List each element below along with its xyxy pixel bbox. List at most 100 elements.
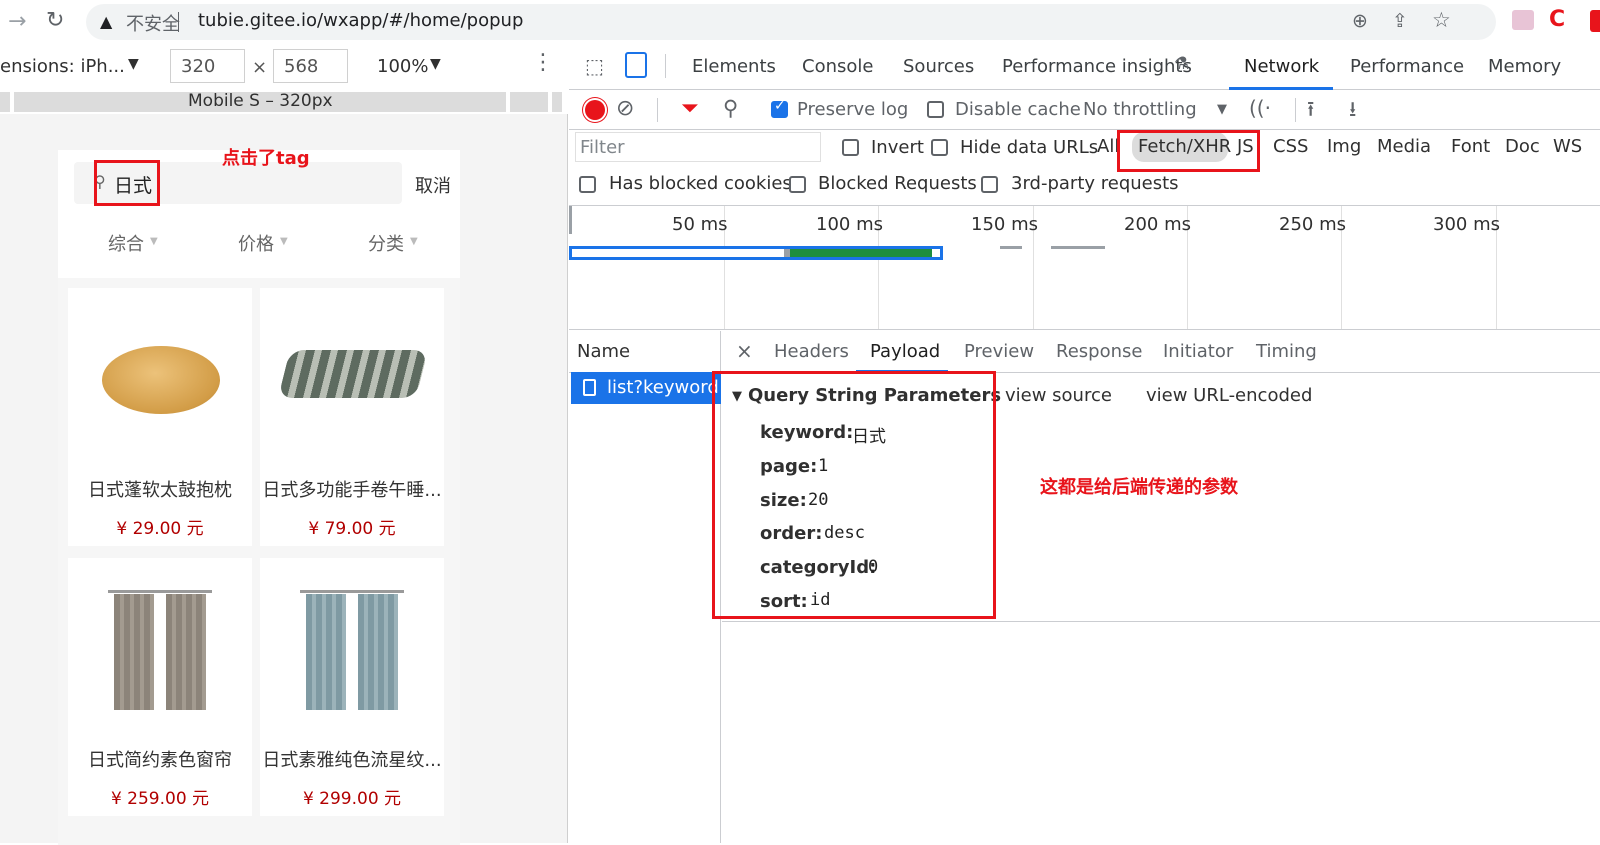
tab-sources[interactable]: Sources <box>903 56 974 77</box>
hide-data-urls-checkbox[interactable] <box>931 139 948 156</box>
product-price: ¥ 259.00 元 <box>110 789 210 809</box>
has-blocked-cookies-checkbox[interactable] <box>579 176 596 193</box>
media-query-side[interactable] <box>0 92 10 112</box>
csdn-extension-icon[interactable]: C <box>1549 7 1565 32</box>
name-header-label: Name <box>577 341 631 362</box>
times-sign: × <box>252 57 268 78</box>
disable-cache-label: Disable cache <box>955 99 1081 120</box>
view-source-link[interactable]: view source <box>1005 385 1112 406</box>
address-bar[interactable]: ▲ 不安全 tubie.gitee.io/wxapp/#/home/popup … <box>86 4 1496 40</box>
type-filter-all[interactable]: All <box>1097 136 1119 157</box>
product-card[interactable]: 日式多功能手卷午睡... ¥ 79.00 元 <box>260 288 444 546</box>
tab-timing[interactable]: Timing <box>1256 341 1317 362</box>
sort-tab-price[interactable]: 价格 <box>238 230 274 256</box>
request-row-selected[interactable]: list?keyword... <box>571 372 721 404</box>
tab-headers[interactable]: Headers <box>774 341 849 362</box>
record-icon[interactable] <box>585 100 605 120</box>
invert-checkbox[interactable] <box>842 139 859 156</box>
device-width-input[interactable]: 320 <box>170 49 245 83</box>
extension-icon[interactable] <box>1512 10 1534 30</box>
view-url-encoded-link[interactable]: view URL-encoded <box>1146 385 1312 406</box>
more-options-icon[interactable]: ⋮ <box>532 50 554 75</box>
preserve-log-label: Preserve log <box>797 99 909 120</box>
sort-tab-overall[interactable]: 综合 <box>108 230 144 256</box>
clear-icon[interactable]: ⊘ <box>616 96 634 121</box>
device-height-input[interactable]: 568 <box>273 49 348 83</box>
product-image-curtain <box>358 594 398 710</box>
devtools-tab-bar: ⬚ Elements Console Sources Performance i… <box>569 44 1600 90</box>
third-party-checkbox[interactable] <box>981 176 998 193</box>
product-image-curtain <box>306 594 346 710</box>
curtain-rod <box>300 590 404 593</box>
product-card[interactable]: 日式素雅纯色流星纹... ¥ 299.00 元 <box>260 558 444 816</box>
media-query-edge[interactable] <box>552 92 562 112</box>
timeline-label: 100 ms <box>816 214 883 235</box>
import-har-icon[interactable]: ⭱ <box>1307 95 1314 130</box>
reload-icon[interactable]: ↻ <box>46 8 64 33</box>
throttling-chevron-icon[interactable]: ▼ <box>1217 102 1227 117</box>
throttling-select[interactable]: No throttling <box>1083 99 1197 120</box>
product-card[interactable]: 日式简约素色窗帘 ¥ 259.00 元 <box>68 558 252 816</box>
type-filter-font[interactable]: Font <box>1451 136 1490 157</box>
url-text[interactable]: tubie.gitee.io/wxapp/#/home/popup <box>198 10 523 31</box>
mobile-viewport: ⚲ 日式 取消 综合 ▼ 价格 ▼ 分类 ▼ 日式蓬软太鼓抱枕 ¥ 29.00 … <box>58 150 460 845</box>
disable-cache-checkbox[interactable] <box>927 101 944 118</box>
tab-payload[interactable]: Payload <box>870 341 940 362</box>
request-name: list?keyword... <box>607 377 719 398</box>
type-filter-ws[interactable]: WS <box>1553 136 1582 157</box>
blocked-requests-checkbox[interactable] <box>789 176 806 193</box>
network-toolbar: ⊘ ⏷ ⚲ ✓ Preserve log Disable cache No th… <box>569 90 1600 130</box>
type-filter-css[interactable]: CSS <box>1273 136 1308 157</box>
filter-input[interactable]: Filter <box>575 132 821 162</box>
network-overview-timeline[interactable]: 50 ms 100 ms 150 ms 200 ms 250 ms 300 ms <box>569 206 1600 330</box>
type-filter-doc[interactable]: Doc <box>1505 136 1540 157</box>
warning-icon: ▲ <box>100 12 113 31</box>
export-har-icon[interactable]: ⭳ <box>1349 95 1356 130</box>
timeline-range-start[interactable] <box>569 206 572 234</box>
tab-performance[interactable]: Performance <box>1350 56 1464 77</box>
request-list: Name list?keyword... <box>569 331 721 843</box>
tab-response[interactable]: Response <box>1056 341 1142 362</box>
media-query-right[interactable] <box>510 92 548 112</box>
tab-divider <box>665 54 666 78</box>
inspect-element-icon[interactable]: ⬚ <box>585 54 604 78</box>
product-card[interactable]: 日式蓬软太鼓抱枕 ¥ 29.00 元 <box>68 288 252 546</box>
tab-initiator[interactable]: Initiator <box>1163 341 1233 362</box>
zoom-icon[interactable]: ⊕ <box>1352 10 1368 32</box>
annotation-box-params <box>712 371 996 619</box>
search-icon[interactable]: ⚲ <box>723 96 738 120</box>
annotation-params-note: 这都是给后端传递的参数 <box>1040 477 1238 498</box>
security-label: 不安全 <box>126 14 180 35</box>
tab-network[interactable]: Network <box>1244 56 1319 77</box>
product-title: 日式素雅纯色流星纹... <box>262 750 442 771</box>
cancel-button[interactable]: 取消 <box>415 172 451 198</box>
timeline-label: 150 ms <box>971 214 1038 235</box>
type-filter-media[interactable]: Media <box>1377 136 1431 157</box>
zoom-select[interactable]: 100% <box>377 56 428 77</box>
type-filter-img[interactable]: Img <box>1327 136 1361 157</box>
timeline-label: 50 ms <box>672 214 728 235</box>
tab-console[interactable]: Console <box>802 56 873 77</box>
name-column-header[interactable]: Name <box>569 331 720 373</box>
device-toggle-icon[interactable] <box>625 52 647 78</box>
detail-tab-bar: × Headers Payload Preview Response Initi… <box>722 331 1600 373</box>
tab-preview[interactable]: Preview <box>964 341 1034 362</box>
forward-icon[interactable]: → <box>8 9 26 34</box>
sort-tab-category[interactable]: 分类 <box>368 230 404 256</box>
tab-elements[interactable]: Elements <box>692 56 776 77</box>
tab-memory[interactable]: Memory <box>1488 56 1561 77</box>
chevron-down-icon[interactable]: ▼ <box>128 56 139 72</box>
request-detail: × Headers Payload Preview Response Initi… <box>712 331 1600 843</box>
network-conditions-icon[interactable]: ((· <box>1249 96 1271 120</box>
share-icon[interactable]: ⇪ <box>1392 10 1408 32</box>
product-price: ¥ 299.00 元 <box>302 789 402 809</box>
dimensions-select[interactable]: ensions: iPh... <box>0 56 125 77</box>
bookmark-star-icon[interactable]: ☆ <box>1432 8 1451 32</box>
extension-red-icon[interactable] <box>1590 10 1600 32</box>
device-panel: ensions: iPh... ▼ 320 × 568 100% ▼ ⋮ Mob… <box>0 44 568 845</box>
close-icon[interactable]: × <box>736 339 753 363</box>
filter-funnel-icon[interactable]: ⏷ <box>681 96 699 121</box>
tab-performance-insights[interactable]: Performance insights <box>1002 56 1192 77</box>
annotation-box-fetch-xhr <box>1117 130 1260 172</box>
zoom-chevron-icon[interactable]: ▼ <box>430 56 441 72</box>
